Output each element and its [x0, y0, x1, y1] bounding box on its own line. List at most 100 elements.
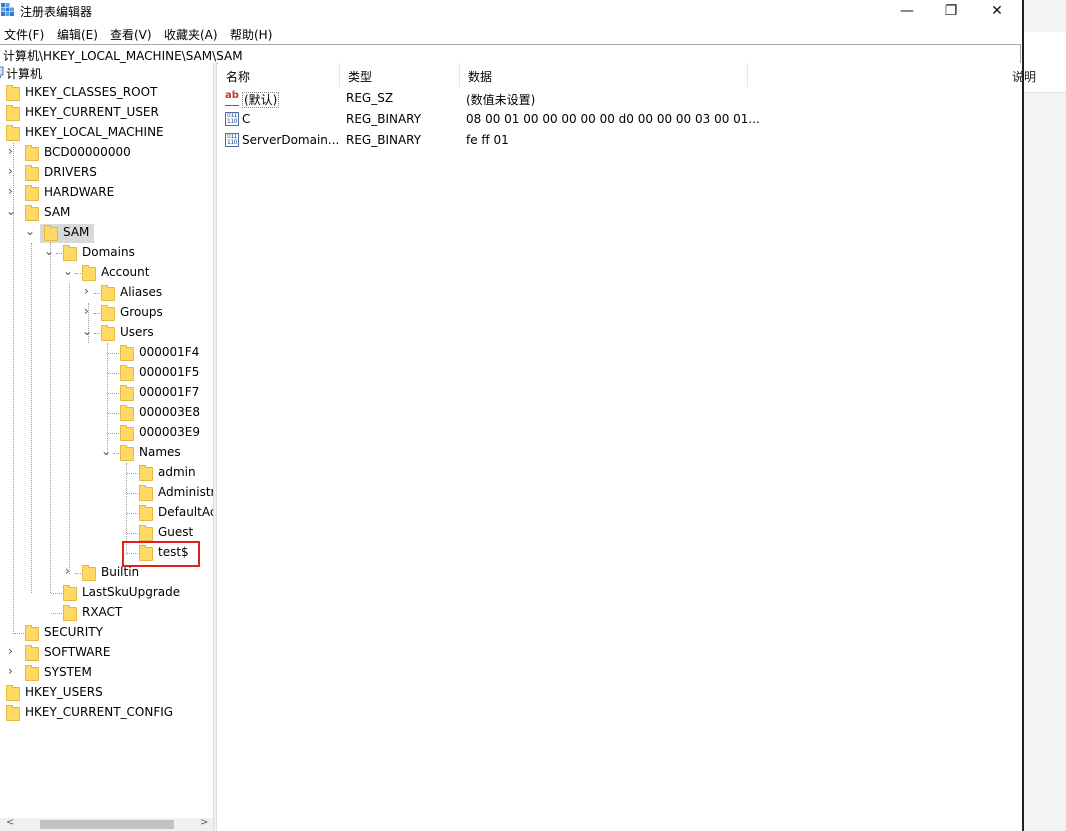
tree-label: 000001F4: [139, 345, 200, 359]
tree-connector: [94, 313, 100, 314]
chevron-right-icon[interactable]: ›: [8, 164, 13, 178]
tree-connector: [56, 253, 62, 254]
chevron-right-icon[interactable]: ›: [84, 304, 89, 318]
tree-label: 000003E9: [139, 425, 201, 439]
scroll-left-icon[interactable]: <: [6, 817, 14, 828]
tree-connector: [108, 413, 119, 414]
tree-item-rxact[interactable]: RXACT: [0, 603, 213, 623]
tree-connector: [127, 533, 138, 534]
tree-label: SOFTWARE: [44, 645, 111, 659]
chevron-right-icon[interactable]: ›: [8, 184, 13, 198]
tree-label: Names: [139, 445, 181, 459]
menu-favorites[interactable]: 收藏夹(A): [164, 26, 218, 43]
folder-icon: [120, 425, 134, 441]
tree-label: Account: [101, 265, 150, 279]
tree-item-user-000003e8[interactable]: 000003E8: [0, 403, 213, 423]
tree-item-sam-sam[interactable]: ⌄ SAM: [0, 223, 213, 243]
tree-horizontal-scrollbar[interactable]: < >: [0, 817, 213, 831]
chevron-down-icon[interactable]: ⌄: [25, 224, 35, 238]
tree-connector: [75, 273, 81, 274]
tree-item-bcd[interactable]: › BCD00000000: [0, 143, 213, 163]
tree-item-name-defaultaccount[interactable]: DefaultAc: [0, 503, 213, 523]
tree-item-users[interactable]: ⌄ Users: [0, 323, 213, 343]
tree-item-hklm[interactable]: HKEY_LOCAL_MACHINE: [0, 123, 213, 143]
tree-label: DefaultAc: [158, 505, 213, 519]
tree-item-name-administrator[interactable]: Administr: [0, 483, 213, 503]
tree-item-hkcu[interactable]: HKEY_CURRENT_USER: [0, 103, 213, 123]
tree-connector: [75, 573, 81, 574]
chevron-down-icon[interactable]: ⌄: [101, 444, 111, 458]
tree-item-names[interactable]: ⌄ Names: [0, 443, 213, 463]
column-header-name[interactable]: 名称: [218, 63, 340, 87]
chevron-right-icon[interactable]: ›: [65, 564, 70, 578]
tree-item-builtin[interactable]: › Builtin: [0, 563, 213, 583]
menu-file[interactable]: 文件(F): [4, 26, 44, 43]
column-header-label: 数据: [468, 70, 493, 84]
title-bar[interactable]: 注册表编辑器 — ❐ ✕: [0, 0, 1022, 22]
folder-icon: [101, 325, 115, 341]
tree-item-user-000001f5[interactable]: 000001F5: [0, 363, 213, 383]
chevron-right-icon[interactable]: ›: [8, 144, 13, 158]
tree-item-hardware[interactable]: › HARDWARE: [0, 183, 213, 203]
column-header-type[interactable]: 类型: [340, 63, 460, 87]
tree-item-software[interactable]: › SOFTWARE: [0, 643, 213, 663]
tree-item-lastskuupgrade[interactable]: LastSkuUpgrade: [0, 583, 213, 603]
folder-icon: [25, 165, 39, 181]
tree-item-groups[interactable]: › Groups: [0, 303, 213, 323]
menu-view[interactable]: 查看(V): [110, 26, 152, 43]
tree-item-user-000001f7[interactable]: 000001F7: [0, 383, 213, 403]
tree-connector: [108, 373, 119, 374]
value-name: C: [242, 112, 251, 126]
tree-label: BCD00000000: [44, 145, 131, 159]
menu-edit[interactable]: 编辑(E): [57, 26, 98, 43]
chevron-down-icon[interactable]: ⌄: [63, 264, 73, 278]
scroll-right-icon[interactable]: >: [200, 817, 208, 828]
tree-item-name-admin[interactable]: admin: [0, 463, 213, 483]
close-button[interactable]: ✕: [974, 0, 1020, 22]
menu-help[interactable]: 帮助(H): [230, 26, 272, 43]
chevron-right-icon[interactable]: ›: [84, 284, 89, 298]
chevron-down-icon[interactable]: ⌄: [6, 204, 16, 218]
tree-item-hkcr[interactable]: HKEY_CLASSES_ROOT: [0, 83, 213, 103]
tree-item-domains[interactable]: ⌄ Domains: [0, 243, 213, 263]
chevron-down-icon[interactable]: ⌄: [44, 244, 54, 258]
folder-icon: [6, 705, 20, 721]
tree-item-security[interactable]: SECURITY: [0, 623, 213, 643]
folder-icon: [120, 445, 134, 461]
tree-item-system[interactable]: › SYSTEM: [0, 663, 213, 683]
address-bar[interactable]: 计算机\HKEY_LOCAL_MACHINE\SAM\SAM: [0, 44, 1021, 64]
value-data: fe ff 01: [466, 133, 509, 147]
maximize-button[interactable]: ❐: [928, 0, 974, 22]
chevron-right-icon[interactable]: ›: [8, 664, 13, 678]
chevron-right-icon[interactable]: ›: [8, 644, 13, 658]
scrollbar-thumb[interactable]: [40, 820, 174, 829]
tree-item-hku[interactable]: HKEY_USERS: [0, 683, 213, 703]
values-list-pane: 名称 类型 数据 ab (默认) REG_SZ (数值未设置) 011 110 …: [218, 63, 1022, 831]
tree-item-name-guest[interactable]: Guest: [0, 523, 213, 543]
value-row-c[interactable]: 011 110 C REG_BINARY 08 00 01 00 00 00 0…: [218, 109, 818, 130]
restore-icon: ❐: [944, 3, 958, 19]
close-icon: ✕: [991, 3, 1003, 19]
tree-connector: [14, 633, 24, 634]
tree-label: admin: [158, 465, 196, 479]
tree-item-hkcc[interactable]: HKEY_CURRENT_CONFIG: [0, 703, 213, 723]
folder-icon: [101, 285, 115, 301]
tree-label: LastSkuUpgrade: [82, 585, 181, 599]
tree-item-user-000003e9[interactable]: 000003E9: [0, 423, 213, 443]
folder-icon: [120, 345, 134, 361]
minimize-button[interactable]: —: [884, 0, 930, 22]
column-header-data[interactable]: 数据: [460, 63, 748, 87]
value-data: 08 00 01 00 00 00 00 00 d0 00 00 00 03 0…: [466, 112, 760, 126]
tree-item-drivers[interactable]: › DRIVERS: [0, 163, 213, 183]
tree-item-sam[interactable]: ⌄ SAM: [0, 203, 213, 223]
pane-splitter[interactable]: [213, 63, 217, 831]
tree-connector: [127, 493, 138, 494]
tree-item-account[interactable]: ⌄ Account: [0, 263, 213, 283]
tree-item-aliases[interactable]: › Aliases: [0, 283, 213, 303]
value-row-default[interactable]: ab (默认) REG_SZ (数值未设置): [218, 88, 818, 109]
tree-item-user-000001f4[interactable]: 000001F4: [0, 343, 213, 363]
folder-icon: [25, 185, 39, 201]
tree-item-computer[interactable]: 计算机: [0, 63, 213, 83]
value-row-serverdomain[interactable]: 011 110 ServerDomain... REG_BINARY fe ff…: [218, 130, 818, 151]
chevron-down-icon[interactable]: ⌄: [82, 324, 92, 338]
